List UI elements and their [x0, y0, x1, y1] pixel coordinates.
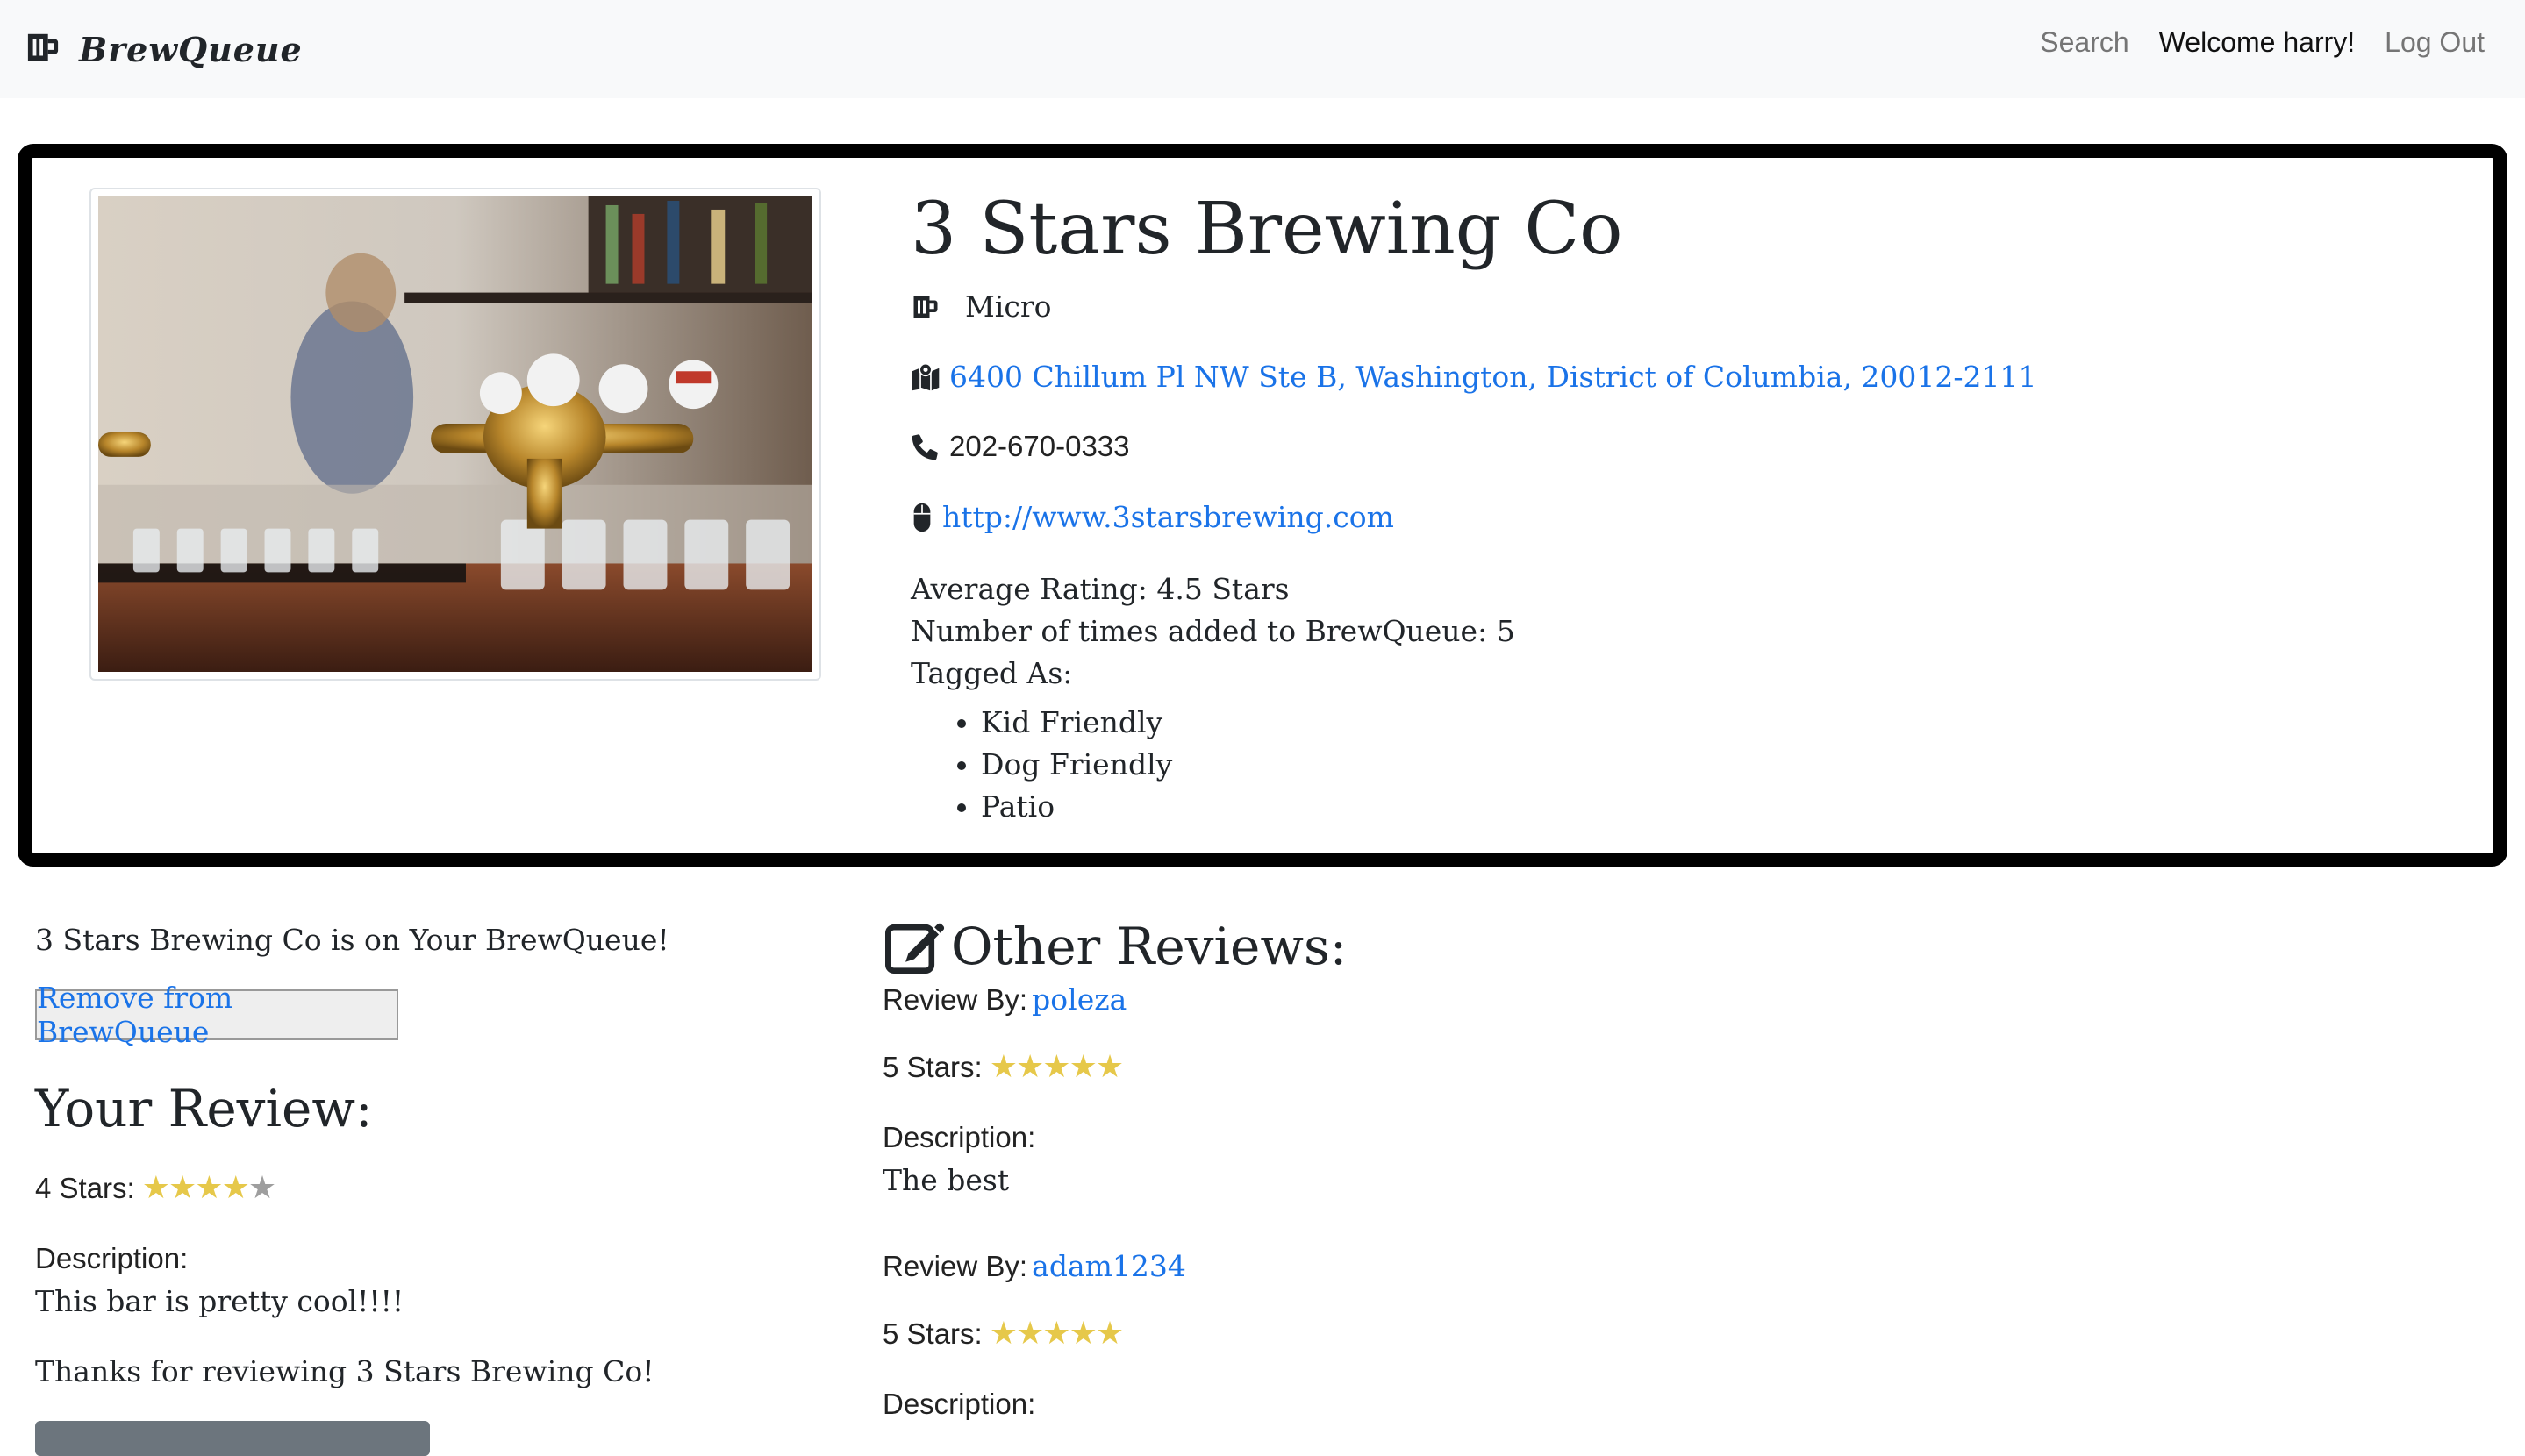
brewery-address-link[interactable]: 6400 Chillum Pl NW Ste B, Washington, Di…	[949, 360, 2037, 394]
brewery-photo	[89, 188, 821, 681]
your-review-description: This bar is pretty cool!!!!	[35, 1284, 404, 1318]
review-description: The best	[883, 1163, 1010, 1197]
phone-icon	[911, 432, 941, 461]
review-description-label: Description:	[883, 1388, 1036, 1420]
review-stars-label: 5 Stars:	[883, 1317, 983, 1350]
added-count-label: Number of times added to BrewQueue:	[911, 614, 1488, 648]
tagged-as-row: Tagged As:	[911, 656, 1072, 690]
review-by-row: Review By: adam1234	[883, 1249, 1186, 1283]
star-icon: ★	[989, 1049, 1018, 1085]
average-rating-value: 4.5 Stars	[1156, 572, 1290, 606]
tag-item: Patio	[981, 786, 1963, 828]
brewery-type-row: Micro	[911, 289, 1051, 324]
star-icon: ★	[1069, 1316, 1098, 1352]
brewery-website-link[interactable]: http://www.3starsbrewing.com	[942, 500, 1394, 534]
average-rating-label: Average Rating:	[911, 572, 1148, 606]
beer-mug-icon	[911, 292, 941, 322]
star-icon: ★	[195, 1170, 223, 1206]
star-icon: ★	[1042, 1316, 1070, 1352]
mouse-icon	[911, 503, 933, 532]
reviewer-link[interactable]: adam1234	[1032, 1249, 1186, 1283]
brewery-card: 3 Stars Brewing Co Micro 6400 Chillum Pl…	[18, 144, 2507, 867]
edit-review-button[interactable]	[35, 1421, 430, 1456]
review-thanks-text: Thanks for reviewing 3 Stars Brewing Co!	[35, 1354, 654, 1388]
review-by-row: Review By: poleza	[883, 982, 1127, 1017]
brewery-phone-row: 202-670-0333	[911, 430, 1130, 463]
tag-item: Dog Friendly	[981, 744, 1963, 786]
queue-status: 3 Stars Brewing Co is on Your BrewQueue!	[35, 923, 669, 957]
review-stars-label: 5 Stars:	[883, 1050, 983, 1083]
tag-list: Kid Friendly Dog Friendly Patio	[911, 702, 1963, 828]
brand-name: BrewQueue	[79, 29, 303, 69]
nav-logout-link[interactable]: Log Out	[2385, 26, 2485, 59]
your-review-stars-label: 4 Stars:	[35, 1171, 135, 1204]
star-icon: ★	[1069, 1049, 1098, 1085]
star-empty-icon: ★	[247, 1170, 276, 1206]
map-marked-icon	[911, 362, 941, 392]
brand[interactable]: BrewQueue	[26, 23, 303, 75]
review-by-label: Review By:	[883, 983, 1028, 1016]
beer-mug-icon	[26, 31, 60, 68]
your-review-heading: Your Review:	[35, 1079, 373, 1138]
review-rating: 5 Stars: ★★★★★	[883, 1316, 1124, 1352]
star-icon: ★	[1095, 1316, 1124, 1352]
star-rating: ★★★★★	[141, 1170, 276, 1206]
your-review-description-label: Description:	[35, 1242, 189, 1274]
star-icon: ★	[1016, 1049, 1044, 1085]
brewery-website-row: http://www.3starsbrewing.com	[911, 500, 1394, 534]
brewery-name: 3 Stars Brewing Co	[911, 188, 1623, 271]
star-icon: ★	[1095, 1049, 1124, 1085]
review-by-label: Review By:	[883, 1250, 1028, 1282]
review-rating: 5 Stars: ★★★★★	[883, 1049, 1124, 1085]
remove-from-queue-button[interactable]: Remove from BrewQueue	[35, 981, 398, 1049]
brewery-phone: 202-670-0333	[949, 430, 1130, 462]
nav-search-link[interactable]: Search	[2040, 26, 2128, 59]
star-icon: ★	[1016, 1316, 1044, 1352]
tagged-as-label: Tagged As:	[911, 656, 1073, 690]
average-rating-row: Average Rating: 4.5 Stars	[911, 572, 1290, 606]
star-icon: ★	[221, 1170, 250, 1206]
star-icon: ★	[989, 1316, 1018, 1352]
edit-icon	[883, 916, 946, 977]
other-reviews-heading: Other Reviews:	[951, 917, 1348, 976]
review-description-label: Description:	[883, 1121, 1036, 1153]
added-count-value: 5	[1496, 614, 1515, 648]
reviewer-link[interactable]: poleza	[1032, 982, 1127, 1017]
tag-item: Kid Friendly	[981, 702, 1963, 744]
star-rating: ★★★★★	[989, 1316, 1124, 1352]
brewery-address-row: 6400 Chillum Pl NW Ste B, Washington, Di…	[911, 360, 2037, 394]
nav-welcome-text: Welcome harry!	[2158, 26, 2356, 58]
star-rating: ★★★★★	[989, 1049, 1124, 1085]
brewery-type: Micro	[965, 289, 1052, 324]
other-reviews-header: Other Reviews:	[883, 916, 1347, 977]
added-count-row: Number of times added to BrewQueue: 5	[911, 614, 1515, 648]
navbar: BrewQueue Search Welcome harry! Log Out	[0, 0, 2525, 98]
star-icon: ★	[141, 1170, 170, 1206]
star-icon: ★	[1042, 1049, 1070, 1085]
your-review-rating: 4 Stars: ★★★★★	[35, 1170, 276, 1206]
star-icon: ★	[168, 1170, 197, 1206]
